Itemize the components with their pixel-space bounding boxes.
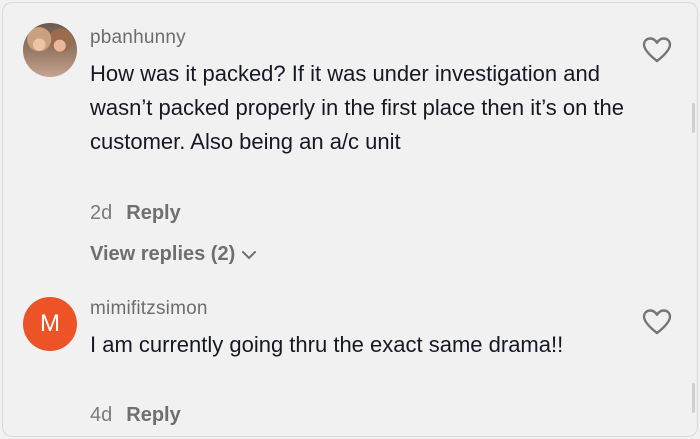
- view-replies-button[interactable]: View replies (2): [90, 243, 257, 266]
- comments-panel: pbanhunny How was it packed? If it was u…: [2, 2, 698, 437]
- scrollbar-thumb[interactable]: [692, 103, 695, 133]
- comment-meta: 4d Reply: [90, 404, 181, 427]
- heart-outline-icon[interactable]: [642, 36, 672, 64]
- reply-button[interactable]: Reply: [126, 404, 180, 427]
- comment-time: 2d: [90, 202, 113, 224]
- comment-username[interactable]: mimifitzsimon: [90, 298, 208, 320]
- avatar-letter: M: [40, 310, 60, 337]
- view-replies-label: View replies (2): [90, 243, 236, 265]
- chevron-down-icon: [242, 250, 257, 259]
- reply-button[interactable]: Reply: [126, 202, 180, 225]
- avatar[interactable]: [23, 23, 77, 77]
- avatar[interactable]: M: [23, 297, 77, 351]
- heart-outline-icon[interactable]: [642, 308, 672, 336]
- scrollbar-thumb[interactable]: [692, 383, 695, 413]
- comment-meta: 2d Reply: [90, 202, 181, 225]
- comment-text: How was it packed? If it was under inves…: [90, 61, 625, 154]
- comment-username[interactable]: pbanhunny: [90, 27, 186, 49]
- comment-time: 4d: [90, 404, 113, 426]
- comment-text: I am currently going thru the exact same…: [90, 332, 564, 357]
